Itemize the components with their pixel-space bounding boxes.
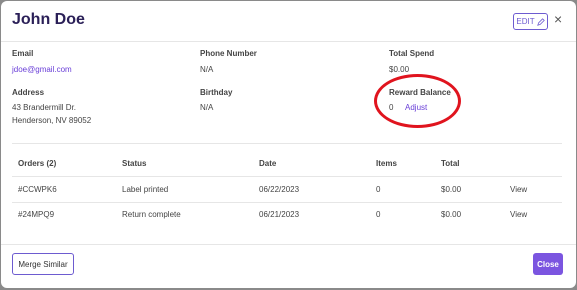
birthday-label: Birthday <box>200 88 233 97</box>
order-status: Return complete <box>122 210 181 219</box>
order-items: 0 <box>376 185 381 194</box>
order-total: $0.00 <box>441 185 462 194</box>
total-header: Total <box>441 159 460 168</box>
order-date: 06/22/2023 <box>259 185 300 194</box>
phone-label: Phone Number <box>200 49 257 58</box>
order-id: #24MPQ9 <box>18 210 55 219</box>
merge-similar-button[interactable]: Merge Similar <box>12 253 74 275</box>
status-header: Status <box>122 159 147 168</box>
view-order-link[interactable]: View <box>510 210 527 219</box>
pencil-icon <box>536 17 545 26</box>
edit-button[interactable]: EDIT <box>513 13 548 30</box>
edit-label: EDIT <box>516 17 535 26</box>
order-date: 06/21/2023 <box>259 210 300 219</box>
footer-divider <box>1 244 576 245</box>
highlight-circle <box>374 74 461 128</box>
phone-value: N/A <box>200 65 214 74</box>
email-link[interactable]: jdoe@gmail.com <box>12 63 72 76</box>
close-button[interactable]: Close <box>533 253 563 275</box>
order-id: #CCWPK6 <box>18 185 57 194</box>
customer-modal: John Doe EDIT × Email jdoe@gmail.com Pho… <box>1 1 576 288</box>
table-divider <box>12 176 562 177</box>
view-order-link[interactable]: View <box>510 185 527 194</box>
address-line1: 43 Brandermill Dr. <box>12 103 77 112</box>
close-icon[interactable]: × <box>554 12 562 26</box>
date-header: Date <box>259 159 277 168</box>
modal-header: John Doe EDIT × <box>1 1 576 42</box>
customer-name: John Doe <box>12 11 85 28</box>
order-total: $0.00 <box>441 210 462 219</box>
section-divider <box>12 143 562 144</box>
order-status: Label printed <box>122 185 169 194</box>
birthday-value: N/A <box>200 103 214 112</box>
address-label: Address <box>12 88 45 97</box>
email-label: Email <box>12 49 34 58</box>
orders-header: Orders (2) <box>18 159 57 168</box>
items-header: Items <box>376 159 397 168</box>
order-items: 0 <box>376 210 381 219</box>
total-spend-label: Total Spend <box>389 49 435 58</box>
row-divider <box>12 202 562 203</box>
address-line2: Henderson, NV 89052 <box>12 116 92 125</box>
